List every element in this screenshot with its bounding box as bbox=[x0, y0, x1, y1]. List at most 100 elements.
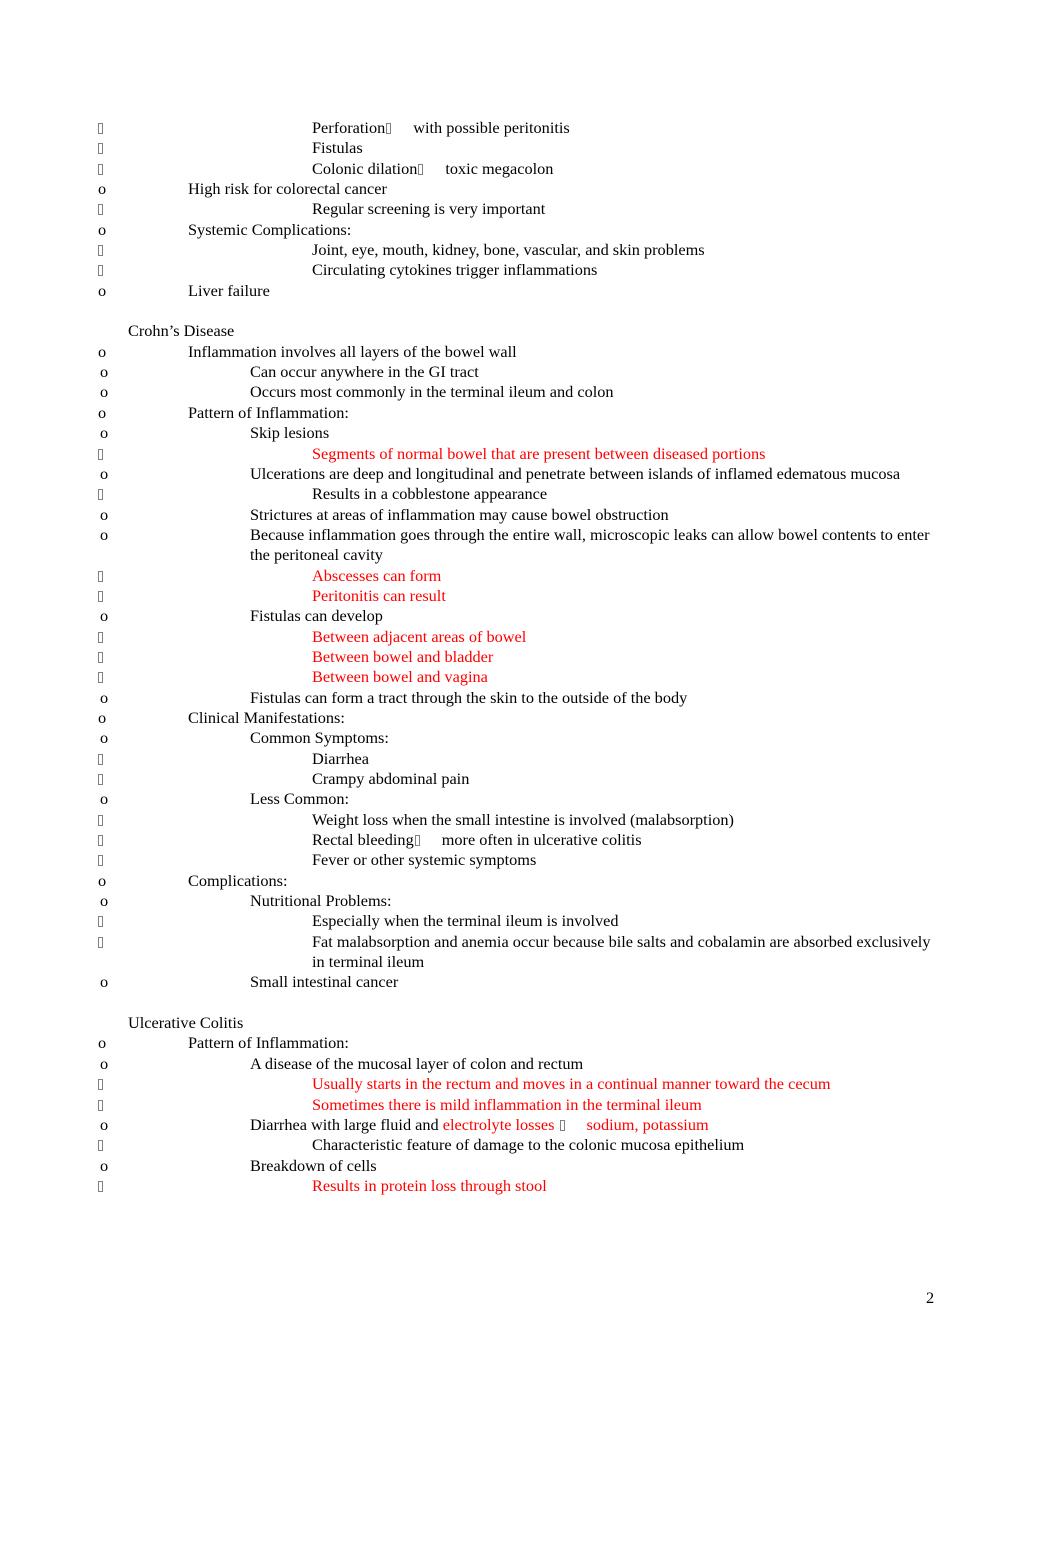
list-item-level-2: o Occurs most commonly in the terminal il… bbox=[100, 382, 940, 402]
list-bullet-box-icon bbox=[98, 749, 312, 769]
list-item-level-3: Between adjacent areas of bowel bbox=[98, 627, 940, 647]
list-item-text: A disease of the mucosal layer of colon … bbox=[250, 1053, 584, 1073]
list-item-level-3: Fever or other systemic symptoms bbox=[98, 850, 940, 870]
list-item-level-1: o Systemic Complications: bbox=[98, 219, 940, 240]
bullet-box-glyph bbox=[98, 774, 103, 785]
list-item-text: Regular screening is very important bbox=[312, 199, 546, 219]
list-item-text: Clinical Manifestations: bbox=[188, 707, 345, 727]
list-item-text: Less Common: bbox=[250, 789, 350, 809]
list-item-text: Can occur anywhere in the GI tract bbox=[250, 362, 479, 382]
bullet-box-glyph bbox=[98, 936, 103, 948]
list-item-text: Liver failure bbox=[188, 280, 270, 300]
list-item-level-3: Results in a cobblestone appearance bbox=[98, 484, 940, 504]
list-item-text: Fistulas bbox=[312, 138, 363, 158]
list-item-text: Sometimes there is mild inflammation in … bbox=[312, 1094, 702, 1114]
list-item-level-3: Especially when the terminal ileum is in… bbox=[98, 911, 940, 931]
bullet-box-glyph bbox=[98, 143, 103, 155]
list-item-level-2: o Small intestinal cancer bbox=[100, 972, 940, 992]
list-item-text-after: toxic megacolon bbox=[445, 158, 554, 178]
list-item-level-1: o Complications: bbox=[98, 870, 940, 891]
bullet-box-glyph bbox=[98, 163, 103, 175]
list-item-text: Diarrhea bbox=[312, 748, 369, 768]
list-item-level-1: o Pattern of Inflammation: bbox=[98, 403, 940, 423]
list-bullet-box-icon bbox=[98, 810, 312, 830]
list-item-text: Circulating cytokines trigger inflammati… bbox=[312, 260, 598, 280]
list-bullet-box-icon bbox=[98, 647, 312, 667]
list-item-text: Between bowel and bladder bbox=[312, 646, 494, 666]
list-bullet-box-icon bbox=[98, 118, 312, 138]
list-bullet-box-icon bbox=[98, 1095, 312, 1115]
bullet-box-glyph bbox=[98, 651, 103, 663]
list-bullet-o-marker: o bbox=[100, 789, 109, 809]
list-item-text: Fever or other systemic symptoms bbox=[312, 850, 537, 870]
list-bullet-box-icon bbox=[98, 199, 312, 219]
bullet-box-glyph bbox=[98, 814, 103, 826]
list-bullet-o-marker: o bbox=[100, 524, 109, 544]
section-heading-crohns-disease: Crohn’s Disease bbox=[128, 321, 235, 341]
list-item-text-after: with possible peritonitis bbox=[413, 118, 570, 137]
list-item-level-3: Segments of normal bowel that are presen… bbox=[98, 443, 940, 464]
list-item-text: Colonic dilation bbox=[312, 158, 418, 178]
list-bullet-box-icon bbox=[98, 240, 312, 260]
list-bullet-box-icon bbox=[98, 830, 312, 850]
list-item-text: Diarrhea with large fluid and bbox=[250, 1114, 443, 1134]
section-heading-ulcerative-colitis: Ulcerative Colitis bbox=[128, 1013, 244, 1033]
list-item-level-3: Colonic dilation toxic megacolon bbox=[98, 158, 940, 179]
bullet-box-glyph bbox=[559, 1119, 565, 1131]
list-item-level-3: Fat malabsorption and anemia occur becau… bbox=[98, 931, 940, 973]
list-item-text: Fat malabsorption and anemia occur becau… bbox=[312, 931, 931, 972]
list-item-text: Peritonitis can result bbox=[312, 585, 446, 605]
list-bullet-box-icon bbox=[98, 484, 312, 504]
list-item-level-3: Sometimes there is mild inflammation in … bbox=[98, 1094, 940, 1115]
list-bullet-o-marker: o bbox=[100, 891, 109, 911]
list-item-level-3: Characteristic feature of damage to the … bbox=[98, 1135, 940, 1155]
list-item-text: Systemic Complications: bbox=[188, 219, 352, 239]
list-item-text: Ulcerations are deep and longitudinal an… bbox=[250, 463, 901, 483]
document-body: Perforation with possible peritonitis Fist… bbox=[98, 118, 940, 1196]
list-bullet-box-icon bbox=[98, 1176, 312, 1196]
list-item-level-1: o Liver failure bbox=[98, 280, 940, 301]
list-item-level-2: o Ulcerations are deep and longitudinal a… bbox=[100, 463, 940, 484]
list-bullet-o-marker: o bbox=[100, 1053, 109, 1073]
list-item-level-3: Usually starts in the rectum and moves i… bbox=[98, 1074, 940, 1094]
list-item-level-2: o Less Common: bbox=[100, 789, 940, 809]
list-item-text: Complications: bbox=[188, 870, 288, 890]
bullet-box-glyph bbox=[98, 489, 103, 501]
bullet-box-glyph bbox=[98, 1079, 103, 1091]
list-item-text: Rectal bleeding bbox=[312, 830, 414, 850]
list-item-text: Joint, eye, mouth, kidney, bone, vascula… bbox=[312, 240, 705, 260]
list-bullet-box-icon bbox=[98, 1074, 312, 1094]
bullet-box-glyph bbox=[414, 835, 420, 847]
list-bullet-o-marker: o bbox=[100, 972, 109, 992]
bullet-box-glyph bbox=[418, 163, 424, 175]
list-bullet-o-marker: o bbox=[100, 382, 109, 402]
list-bullet-box-icon bbox=[98, 911, 312, 931]
list-item-text: Weight loss when the small intestine is … bbox=[312, 809, 734, 829]
list-item-level-3: Joint, eye, mouth, kidney, bone, vascula… bbox=[98, 240, 940, 260]
list-item-level-3: Results in protein loss through stool bbox=[98, 1175, 940, 1196]
list-bullet-box-icon bbox=[98, 138, 312, 158]
list-bullet-o-marker: o bbox=[100, 728, 109, 748]
list-item-text: Pattern of Inflammation: bbox=[188, 1033, 349, 1053]
list-item-text: Especially when the terminal ileum is in… bbox=[312, 911, 619, 931]
list-item-text: Fistulas can develop bbox=[250, 606, 383, 626]
list-item-level-1: o Inflammation involves all layers of the… bbox=[98, 342, 940, 362]
list-item-text: Results in protein loss through stool bbox=[312, 1175, 547, 1195]
list-item-text: Segments of normal bowel that are presen… bbox=[312, 443, 766, 463]
list-item-text: Results in a cobblestone appearance bbox=[312, 484, 548, 504]
list-item-level-3: Rectal bleeding more often in ulcerative … bbox=[98, 830, 940, 850]
list-item-text: Between bowel and vagina bbox=[312, 667, 488, 687]
list-bullet-o-marker: o bbox=[100, 687, 109, 707]
bullet-box-glyph bbox=[98, 1140, 103, 1152]
list-item-level-3: Between bowel and vagina bbox=[98, 667, 940, 687]
list-item-level-1: o Pattern of Inflammation: bbox=[98, 1033, 940, 1053]
list-bullet-o-marker: o bbox=[100, 423, 109, 443]
list-item-level-1: o High risk for colorectal cancer bbox=[98, 179, 940, 199]
bullet-box-glyph bbox=[98, 672, 103, 684]
list-bullet-o-marker: o bbox=[100, 1155, 109, 1175]
list-item-level-2: o Common Symptoms: bbox=[100, 728, 940, 748]
list-bullet-box-icon bbox=[98, 627, 312, 647]
bullet-box-glyph bbox=[98, 855, 103, 867]
bullet-box-glyph bbox=[98, 1180, 103, 1192]
